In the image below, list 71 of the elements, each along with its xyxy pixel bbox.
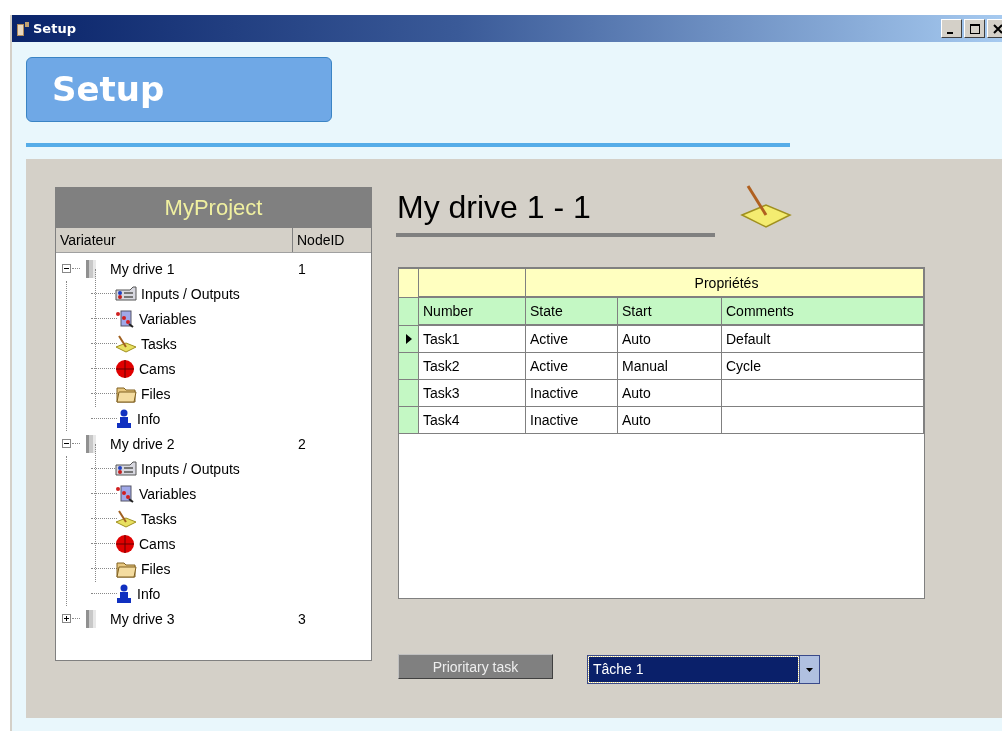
group-header: Propriétés xyxy=(526,269,924,298)
folder-icon xyxy=(115,384,137,403)
maximize-button[interactable] xyxy=(964,19,985,38)
dropdown-arrow-icon xyxy=(806,667,813,672)
tree-item[interactable]: My drive 2 xyxy=(110,435,175,452)
column-header[interactable]: Start xyxy=(618,298,722,326)
target-icon xyxy=(115,358,135,379)
tree-item[interactable]: Variables xyxy=(139,485,197,502)
table-cell: Active xyxy=(526,353,618,380)
node-id: 1 xyxy=(298,260,306,277)
column-header[interactable]: State xyxy=(526,298,618,326)
table-cell: Auto xyxy=(618,326,722,353)
tree-item[interactable]: Variables xyxy=(139,310,197,327)
tree-item[interactable]: Cams xyxy=(139,535,176,552)
row-header[interactable] xyxy=(399,326,419,353)
tree-item[interactable]: My drive 1 xyxy=(110,260,175,277)
folder-icon xyxy=(115,559,137,578)
column-header[interactable]: Comments xyxy=(722,298,924,326)
column-header[interactable]: Number xyxy=(419,298,526,326)
table-cell: Auto xyxy=(618,407,722,434)
table-cell: Manual xyxy=(618,353,722,380)
table-cell: Auto xyxy=(618,380,722,407)
card-icon xyxy=(115,285,137,302)
current-row-icon xyxy=(405,334,412,344)
table-cell: Task2 xyxy=(419,353,526,380)
tree-title: MyProject xyxy=(56,188,371,228)
tree-item[interactable]: My drive 3 xyxy=(110,610,175,627)
close-button[interactable] xyxy=(987,19,1002,38)
node-id: 2 xyxy=(298,435,306,452)
column-header[interactable]: Variateur xyxy=(56,228,293,252)
tree-item[interactable]: Files xyxy=(141,385,171,402)
tree-item[interactable]: Inputs / Outputs xyxy=(141,460,240,477)
notepad-pencil-icon xyxy=(115,509,137,528)
variables-icon xyxy=(115,484,135,503)
drive-title: My drive 1 - 1 xyxy=(396,189,715,237)
card-icon xyxy=(115,460,137,477)
drive-icon xyxy=(84,608,98,629)
tree-item[interactable]: Inputs / Outputs xyxy=(141,285,240,302)
setup-banner: Setup xyxy=(26,57,332,122)
expander-icon[interactable] xyxy=(62,264,71,273)
tree-item[interactable]: Info xyxy=(137,585,161,602)
column-header[interactable]: NodeID xyxy=(293,228,371,252)
app-icon xyxy=(15,20,31,37)
table-cell: Task1 xyxy=(419,326,526,353)
maximize-icon xyxy=(969,23,980,34)
minimize-icon xyxy=(947,31,953,34)
notepad-pencil-icon xyxy=(740,185,792,229)
table-cell: Task4 xyxy=(419,407,526,434)
tree-item[interactable]: Cams xyxy=(139,360,176,377)
table-cell: Active xyxy=(526,326,618,353)
tree-item[interactable]: Info xyxy=(137,410,161,427)
target-icon xyxy=(115,533,135,554)
table-cell: Task3 xyxy=(419,380,526,407)
table-cell: Cycle xyxy=(722,353,924,380)
notepad-pencil-icon xyxy=(115,334,137,353)
expander-icon[interactable] xyxy=(62,439,71,448)
task-dropdown[interactable]: Tâche 1 xyxy=(587,655,820,684)
tree-item[interactable]: Files xyxy=(141,560,171,577)
node-id: 3 xyxy=(298,610,306,627)
tree-item[interactable]: Tasks xyxy=(141,510,177,527)
table-cell: Default xyxy=(722,326,924,353)
window-title: Setup xyxy=(33,21,76,36)
table-cell: Inactive xyxy=(526,380,618,407)
person-icon xyxy=(115,583,133,604)
tree-item[interactable]: Tasks xyxy=(141,335,177,352)
variables-icon xyxy=(115,309,135,328)
table-cell: Inactive xyxy=(526,407,618,434)
expander-icon[interactable] xyxy=(62,614,71,623)
close-icon xyxy=(992,23,1002,34)
minimize-button[interactable] xyxy=(941,19,962,38)
person-icon xyxy=(115,408,133,429)
